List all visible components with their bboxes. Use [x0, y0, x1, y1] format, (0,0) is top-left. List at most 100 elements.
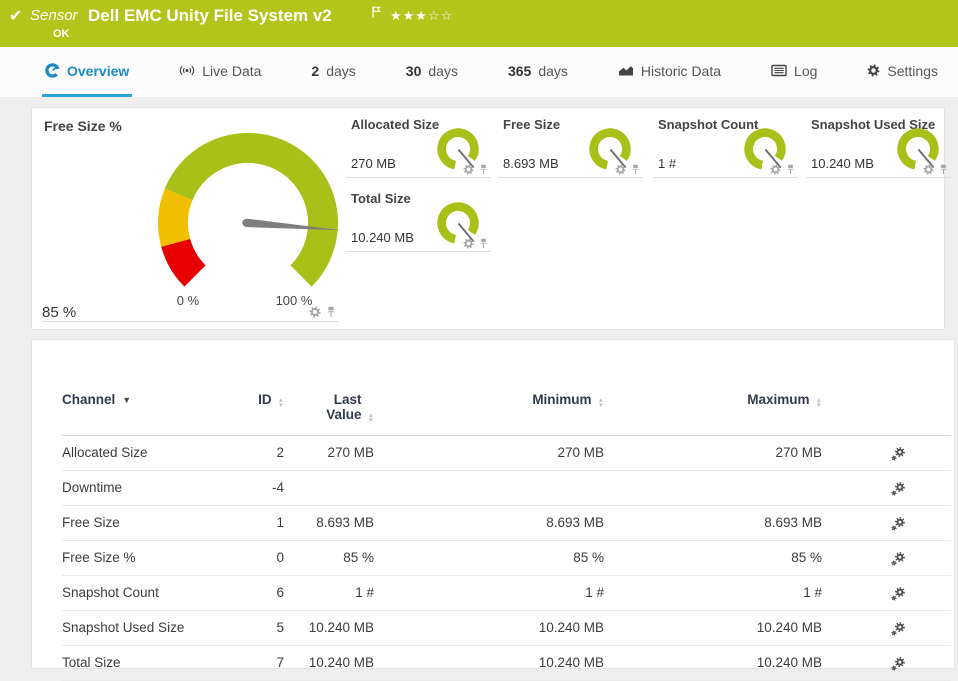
card-actions [463, 164, 489, 175]
sensor-status-badge: OK [53, 28, 70, 40]
channel-minimum: 270 MB [374, 436, 604, 471]
channel-maximum [604, 470, 822, 505]
sort-desc-icon: ▼ [122, 395, 131, 405]
tab-label: days [326, 63, 356, 79]
channel-name: Allocated Size [62, 436, 222, 471]
channel-settings-icon[interactable] [891, 621, 906, 636]
column-header-minimum[interactable]: Minimum▲▼ [374, 370, 604, 436]
table-header-row: Channel▼ ID▲▼ Last Value▲▼ Minimum▲▼ Max… [62, 370, 951, 436]
gear-icon[interactable] [615, 164, 626, 175]
channel-table: Channel▼ ID▲▼ Last Value▲▼ Minimum▲▼ Max… [62, 370, 951, 681]
gauge-title: Free Size [503, 117, 560, 132]
sort-icon: ▲▼ [816, 398, 822, 408]
tab-historic-data[interactable]: Historic Data [615, 47, 724, 97]
tab-label: days [538, 63, 568, 79]
tab-bar: Overview Live Data 2 days 30 days 365 da… [0, 47, 958, 97]
tab-number: 365 [508, 63, 531, 79]
pin-icon[interactable] [325, 306, 337, 318]
gear-icon[interactable] [463, 164, 474, 175]
gauge-icon [45, 63, 60, 78]
channel-minimum: 1 # [374, 575, 604, 610]
priority-stars[interactable]: ★★★☆☆ [390, 8, 453, 24]
channel-name: Free Size [62, 505, 222, 540]
tab-overview[interactable]: Overview [42, 47, 132, 97]
channel-name: Free Size % [62, 540, 222, 575]
sort-icon: ▲▼ [278, 398, 284, 408]
channel-name: Snapshot Used Size [62, 610, 222, 645]
channel-table-panel: Channel▼ ID▲▼ Last Value▲▼ Minimum▲▼ Max… [31, 339, 955, 669]
tab-365-days[interactable]: 365 days [505, 47, 571, 97]
channel-settings-icon[interactable] [891, 481, 906, 496]
sensor-page: ✔ Sensor Dell EMC Unity File System v2 ★… [0, 0, 958, 658]
channel-minimum: 10.240 MB [374, 645, 604, 680]
column-header-last-value[interactable]: Last Value▲▼ [284, 370, 374, 436]
gear-icon[interactable] [770, 164, 781, 175]
priority-flag-icon [372, 6, 381, 18]
channel-last-value: 270 MB [284, 436, 374, 471]
table-row: Snapshot Count 6 1 # 1 # 1 # [62, 575, 951, 610]
status-ok-check-icon: ✔ [9, 6, 22, 26]
channel-settings-icon[interactable] [891, 516, 906, 531]
channel-settings-icon[interactable] [891, 586, 906, 601]
gauge-value: 10.240 MB [811, 156, 874, 171]
tab-2-days[interactable]: 2 days [308, 47, 358, 97]
channel-maximum: 8.693 MB [604, 505, 822, 540]
tab-settings[interactable]: Settings [864, 47, 941, 97]
main-gauge-title: Free Size % [44, 118, 122, 134]
channel-name: Total Size [62, 645, 222, 680]
tab-label: Overview [67, 63, 129, 79]
channel-settings-icon[interactable] [891, 551, 906, 566]
pin-icon[interactable] [785, 164, 796, 175]
sensor-kind-label: Sensor [30, 7, 78, 24]
tab-label: days [428, 63, 458, 79]
gear-icon[interactable] [309, 306, 321, 318]
channel-id: 1 [222, 505, 284, 540]
table-row: Free Size % 0 85 % 85 % 85 % [62, 540, 951, 575]
gauge-title: Allocated Size [351, 117, 439, 132]
table-row: Allocated Size 2 270 MB 270 MB 270 MB [62, 436, 951, 471]
gear-icon [867, 64, 880, 77]
sensor-title: Dell EMC Unity File System v2 [88, 6, 332, 26]
card-actions [463, 238, 489, 249]
gauge-card-snapshot-used-size: Snapshot Used Size 10.240 MB [806, 112, 951, 178]
channel-maximum: 10.240 MB [604, 610, 822, 645]
gauge-value: 1 # [658, 156, 676, 171]
gauge-card-total-size: Total Size 10.240 MB [346, 186, 491, 252]
tab-live-data[interactable]: Live Data [176, 47, 264, 97]
gauge-card-free-size: Free Size 8.693 MB [498, 112, 643, 178]
channel-id: 2 [222, 436, 284, 471]
table-row: Downtime -4 [62, 470, 951, 505]
channel-maximum: 270 MB [604, 436, 822, 471]
column-header-channel[interactable]: Channel▼ [62, 370, 222, 436]
channel-minimum [374, 470, 604, 505]
channel-name: Downtime [62, 470, 222, 505]
channel-name: Snapshot Count [62, 575, 222, 610]
column-header-id[interactable]: ID▲▼ [222, 370, 284, 436]
pin-icon[interactable] [478, 238, 489, 249]
pin-icon[interactable] [478, 164, 489, 175]
gear-icon[interactable] [923, 164, 934, 175]
area-chart-icon [618, 64, 634, 77]
tab-log[interactable]: Log [768, 47, 820, 97]
channel-id: -4 [222, 470, 284, 505]
table-row: Free Size 1 8.693 MB 8.693 MB 8.693 MB [62, 505, 951, 540]
sort-icon: ▲▼ [368, 413, 374, 423]
stars-empty: ☆☆ [428, 8, 453, 23]
channel-settings-icon[interactable] [891, 446, 906, 461]
pin-icon[interactable] [938, 164, 949, 175]
channel-last-value: 1 # [284, 575, 374, 610]
log-list-icon [771, 64, 787, 77]
column-header-settings [822, 370, 951, 436]
gauge-scale-min: 0 % [158, 293, 218, 308]
channel-maximum: 1 # [604, 575, 822, 610]
gear-icon[interactable] [463, 238, 474, 249]
channel-id: 6 [222, 575, 284, 610]
tab-30-days[interactable]: 30 days [403, 47, 461, 97]
divider [42, 321, 338, 322]
table-row: Snapshot Used Size 5 10.240 MB 10.240 MB… [62, 610, 951, 645]
tab-label: Settings [887, 63, 938, 79]
card-actions [615, 164, 641, 175]
gauge-value: 8.693 MB [503, 156, 559, 171]
pin-icon[interactable] [630, 164, 641, 175]
column-header-maximum[interactable]: Maximum▲▼ [604, 370, 822, 436]
